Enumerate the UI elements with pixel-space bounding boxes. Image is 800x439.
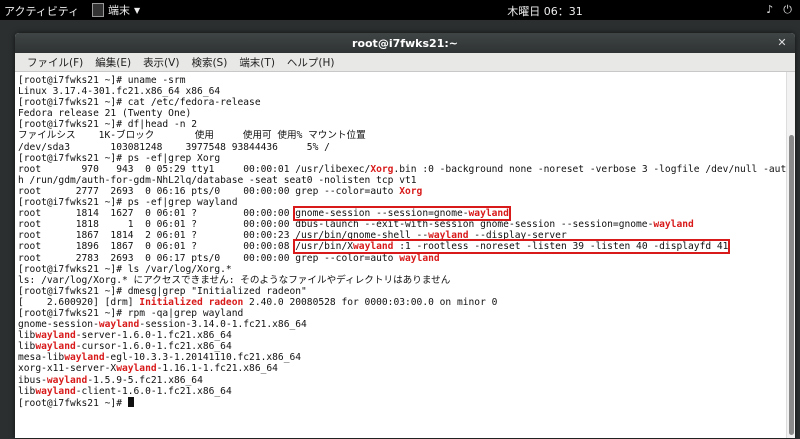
text-segment: root 2783 2693 0 06:17 pts/0 00:00:00 gr…	[18, 252, 400, 264]
terminal-line: libwayland-server-1.6.0-1.fc21.x86_64	[18, 330, 795, 341]
text-segment: lib	[18, 330, 36, 342]
annotation-box: gnome-session --session=gnome-wayland	[293, 206, 511, 222]
terminal-prompt[interactable]: [root@i7fwks21 ~]#	[18, 396, 795, 409]
match-highlight: Xorg	[370, 163, 394, 175]
text-segment: gnome-session --session=gnome-	[295, 208, 469, 220]
text-segment: -egl-10.3.3-1.20141110.fc21.x86_64	[104, 352, 302, 364]
match-highlight: wayland	[428, 230, 469, 242]
terminal-line: root 2783 2693 0 06:17 pts/0 00:00:00 gr…	[18, 253, 795, 264]
terminal-line: h /run/gdm/auth-for-gdm-NhL2lq/database …	[18, 174, 417, 186]
scrollbar-thumb[interactable]	[789, 135, 794, 435]
menu-bar: ファイル(F) 編集(E) 表示(V) 検索(S) 端末(T) ヘルプ(H)	[15, 53, 795, 72]
annotation-box: /usr/bin/Xwayland :1 -rootless -noreset …	[293, 239, 731, 255]
scrollbar[interactable]	[786, 72, 795, 438]
text-segment: 2.40.0 20080528 for 0000:03:00.0 on mino…	[243, 296, 498, 308]
terminal-line: ファイルシス 1K-ブロック 使用 使用可 使用% マウント位置	[18, 130, 366, 142]
menu-search[interactable]: 検索(S)	[185, 55, 233, 70]
menu-file[interactable]: ファイル(F)	[21, 55, 89, 70]
terminal-line: [root@i7fwks21 ~]# rpm -qa|grep wayland	[18, 307, 244, 319]
text-segment: .bin :0 -background none -noreset -verbo…	[393, 163, 787, 175]
text-segment: -client-1.6.0-1.fc21.x86_64	[75, 385, 232, 397]
text-segment: gnome-session-	[18, 319, 99, 331]
match-highlight: wayland	[653, 219, 694, 231]
text-segment: root 1818 1 0 06:01 ? 00:00:00 dbus-laun…	[18, 219, 654, 231]
terminal-line: ibus-wayland-1.5.9-5.fc21.x86_64	[18, 375, 795, 386]
text-segment: -cursor-1.6.0-1.fc21.x86_64	[75, 341, 232, 353]
match-highlight: wayland	[64, 352, 105, 364]
text-cursor	[127, 396, 134, 407]
terminal-output[interactable]: [root@i7fwks21 ~]# uname -srm Linux 3.17…	[15, 72, 795, 438]
terminal-line: Fedora release 21 (Twenty One)	[18, 108, 192, 120]
terminal-line: libwayland-cursor-1.6.0-1.fc21.x86_64	[18, 341, 795, 352]
match-highlight: wayland	[399, 252, 440, 264]
text-segment: -1.5.9-5.fc21.x86_64	[87, 374, 203, 386]
menu-edit[interactable]: 編集(E)	[89, 55, 137, 70]
top-panel: アクティビティ 端末 ▼ 木曜日 06：31 ♪ ⏻	[0, 0, 800, 20]
terminal-window: root@i7fwks21:~ ✕ ファイル(F) 編集(E) 表示(V) 検索…	[15, 33, 795, 438]
terminal-line: root 1818 1 0 06:01 ? 00:00:00 dbus-laun…	[18, 219, 795, 230]
match-highlight: Initialized radeon	[139, 296, 244, 308]
power-icon: ⏻	[783, 3, 792, 16]
text-segment: /usr/bin/X	[295, 241, 354, 253]
system-tray[interactable]: ♪ ⏻	[766, 3, 792, 17]
terminal-line: [root@i7fwks21 ~]# cat /etc/fedora-relea…	[18, 97, 261, 109]
match-highlight: wayland	[46, 374, 88, 386]
text-segment: root 1896 1867 0 06:01 ? 00:00:08	[18, 241, 296, 253]
text-segment: root 970 943 0 05:29 tty1 00:00:01 /usr/…	[18, 163, 371, 175]
match-highlight: wayland	[35, 341, 76, 353]
terminal-line: root 970 943 0 05:29 tty1 00:00:01 /usr/…	[18, 164, 795, 175]
text-segment: root 1814 1627 0 06:01 ? 00:00:00	[18, 208, 296, 220]
text-segment: [ 2.600920] [drm]	[18, 296, 140, 308]
close-icon[interactable]: ✕	[776, 37, 788, 49]
match-highlight: wayland	[35, 385, 76, 397]
terminal-line: root 2777 2693 0 06:16 pts/0 00:00:00 gr…	[18, 186, 795, 197]
match-highlight: wayland	[35, 330, 76, 342]
terminal-line: [ 2.600920] [drm] Initialized radeon 2.4…	[18, 297, 795, 308]
clock[interactable]: 木曜日 06：31	[0, 3, 800, 19]
terminal-line: [root@i7fwks21 ~]# dmesg|grep "Initializ…	[18, 285, 307, 297]
terminal-line: [root@i7fwks21 ~]# ls /var/log/Xorg.*	[18, 263, 232, 275]
text-segment: -session-3.14.0-1.fc21.x86_64	[139, 319, 307, 331]
match-highlight: wayland	[353, 241, 394, 253]
text-segment: -server-1.6.0-1.fc21.x86_64	[75, 330, 232, 342]
window-titlebar[interactable]: root@i7fwks21:~ ✕	[15, 33, 795, 53]
volume-icon: ♪	[766, 3, 774, 16]
terminal-line: [root@i7fwks21 ~]# ps -ef|grep wayland	[18, 197, 238, 209]
terminal-line: libwayland-client-1.6.0-1.fc21.x86_64	[18, 386, 795, 397]
text-segment: --display-server	[468, 230, 567, 242]
text-segment: xorg-x11-server-X	[18, 363, 117, 375]
match-highlight: Xorg	[399, 185, 423, 197]
text-segment: ibus-	[18, 374, 47, 386]
terminal-line: root 1867 1814 2 06:01 ? 00:00:23 /usr/b…	[18, 230, 795, 241]
text-segment: lib	[18, 385, 36, 397]
terminal-line: /dev/sda3 103081248 3977548 93844436 5% …	[18, 141, 330, 153]
terminal-line: [root@i7fwks21 ~]# uname -srm	[18, 75, 186, 86]
match-highlight: wayland	[468, 208, 509, 220]
text-segment: root 2777 2693 0 06:16 pts/0 00:00:00 gr…	[18, 185, 400, 197]
text-segment: -1.16.1-1.fc21.x86_64	[156, 363, 278, 375]
text-segment: mesa-lib	[18, 352, 65, 364]
terminal-line: gnome-session-wayland-session-3.14.0-1.f…	[18, 319, 795, 330]
text-segment: :1 -rootless -noreset -listen 39 -listen…	[393, 241, 729, 253]
terminal-line: Linux 3.17.4-301.fc21.x86_64 x86_64	[18, 86, 221, 98]
prompt-text: [root@i7fwks21 ~]#	[18, 397, 128, 409]
terminal-line: ls: /var/log/Xorg.* にアクセスできません: そのようなファイ…	[18, 274, 451, 286]
menu-help[interactable]: ヘルプ(H)	[281, 55, 341, 70]
terminal-line: root 1896 1867 0 06:01 ? 00:00:08 /usr/b…	[18, 239, 795, 255]
terminal-line: [root@i7fwks21 ~]# ps -ef|grep Xorg	[18, 152, 221, 164]
terminal-line: [root@i7fwks21 ~]# df|head -n 2	[18, 119, 198, 131]
terminal-line: xorg-x11-server-Xwayland-1.16.1-1.fc21.x…	[18, 363, 795, 374]
text-segment: lib	[18, 341, 36, 353]
terminal-line: root 1814 1627 0 06:01 ? 00:00:00 gnome-…	[18, 206, 795, 222]
menu-view[interactable]: 表示(V)	[137, 55, 185, 70]
menu-terminal[interactable]: 端末(T)	[233, 55, 281, 70]
match-highlight: wayland	[116, 363, 157, 375]
match-highlight: wayland	[98, 319, 140, 331]
window-title: root@i7fwks21:~	[352, 37, 458, 50]
terminal-line: mesa-libwayland-egl-10.3.3-1.20141110.fc…	[18, 352, 795, 363]
text-segment: root 1867 1814 2 06:01 ? 00:00:23 /usr/b…	[18, 230, 429, 242]
